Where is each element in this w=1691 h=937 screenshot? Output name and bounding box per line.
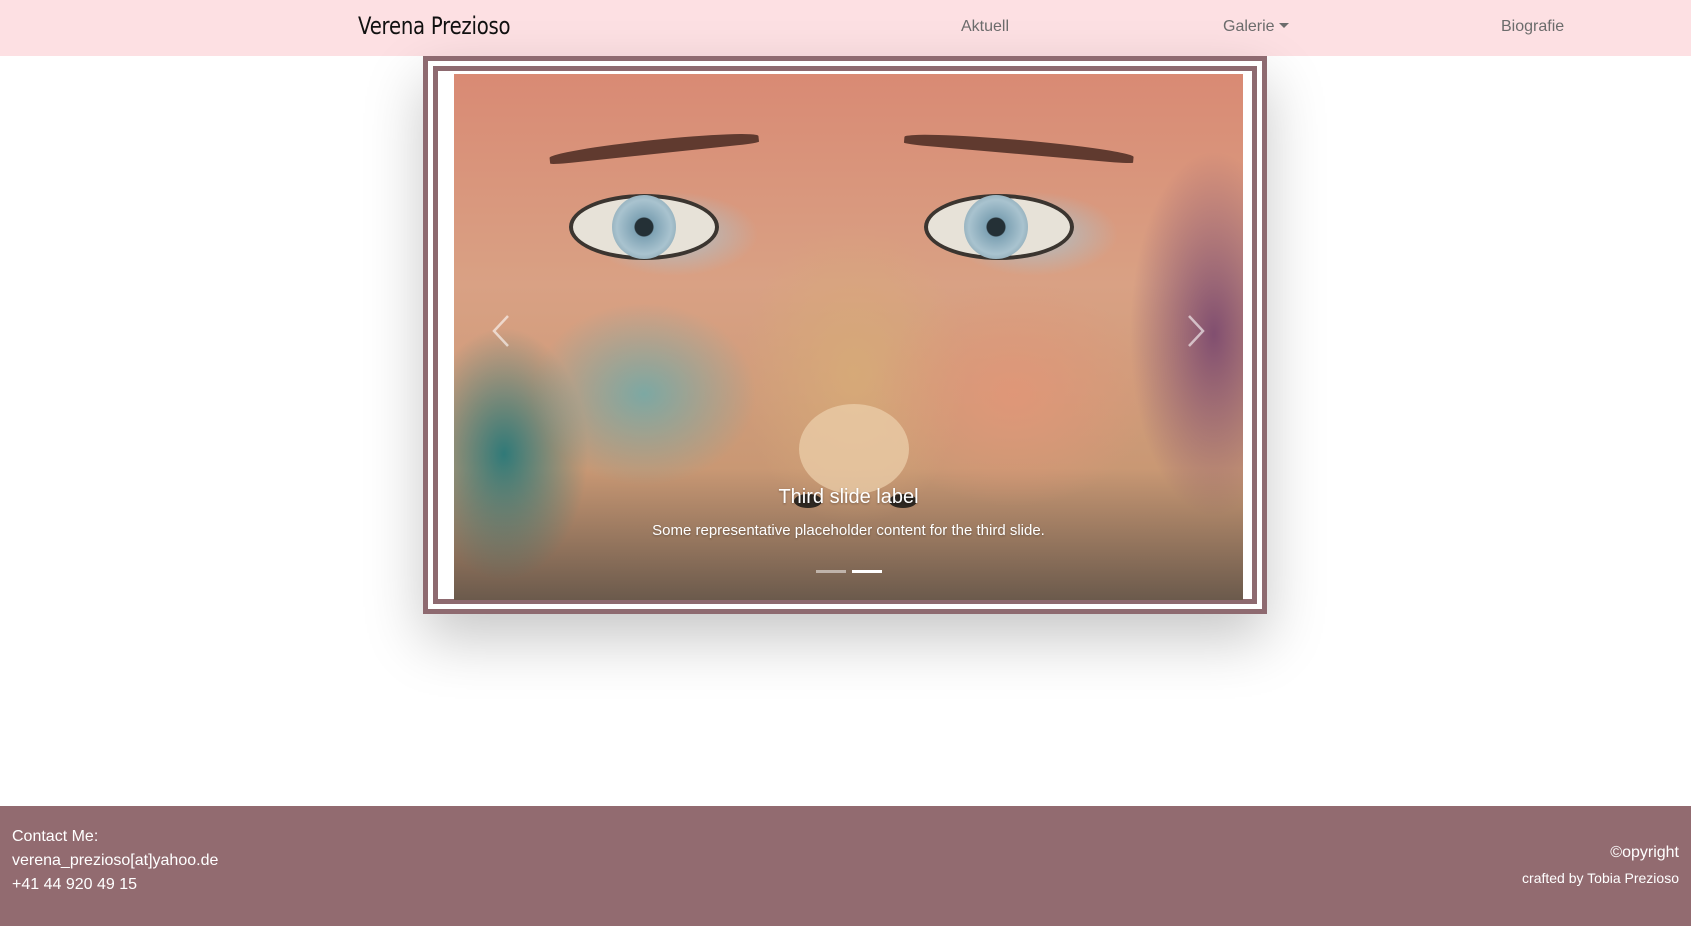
footer-credit: crafted by Tobia Prezioso — [1522, 870, 1679, 886]
footer: Contact Me: verena_prezioso[at]yahoo.de … — [0, 806, 1691, 926]
footer-contact: Contact Me: verena_prezioso[at]yahoo.de … — [12, 825, 218, 897]
carousel-inner-frame: Third slide label Some representative pl… — [433, 66, 1257, 604]
nav-link-galerie[interactable]: Galerie — [1223, 18, 1289, 36]
contact-email: verena_prezioso[at]yahoo.de — [12, 852, 219, 869]
nav-link-aktuell[interactable]: Aktuell — [961, 18, 1009, 36]
nav-link-galerie-label: Galerie — [1223, 18, 1275, 35]
painting-right-brow — [903, 130, 1135, 164]
caret-down-icon — [1278, 23, 1289, 28]
nav-link-biografie[interactable]: Biografie — [1501, 18, 1564, 36]
painting-nose — [799, 404, 909, 494]
carousel-next-button[interactable] — [1187, 314, 1205, 356]
carousel-caption-title: Third slide label — [778, 486, 919, 508]
carousel-indicator-active[interactable] — [851, 570, 882, 573]
carousel-caption-text: Some representative placeholder content … — [652, 522, 1045, 539]
painting-left-iris — [612, 195, 676, 259]
painting-right-iris — [964, 195, 1028, 259]
navbar: Verena Prezioso Aktuell Galerie Biografi… — [0, 0, 1691, 56]
contact-phone: +41 44 920 49 15 — [12, 876, 138, 893]
chevron-right-icon — [1188, 315, 1205, 347]
carousel-frame: Third slide label Some representative pl… — [423, 56, 1267, 614]
carousel-prev-button[interactable] — [492, 314, 510, 356]
carousel-indicator[interactable] — [815, 570, 846, 573]
carousel-indicators — [454, 570, 1243, 573]
carousel-slide-image: Third slide label Some representative pl… — [454, 74, 1243, 600]
chevron-left-icon — [492, 315, 509, 347]
painting-left-brow — [548, 129, 760, 165]
contact-label: Contact Me: — [12, 828, 99, 845]
footer-copyright: ©opyright — [1610, 844, 1679, 861]
brand-logo[interactable]: Verena Prezioso — [358, 12, 511, 40]
